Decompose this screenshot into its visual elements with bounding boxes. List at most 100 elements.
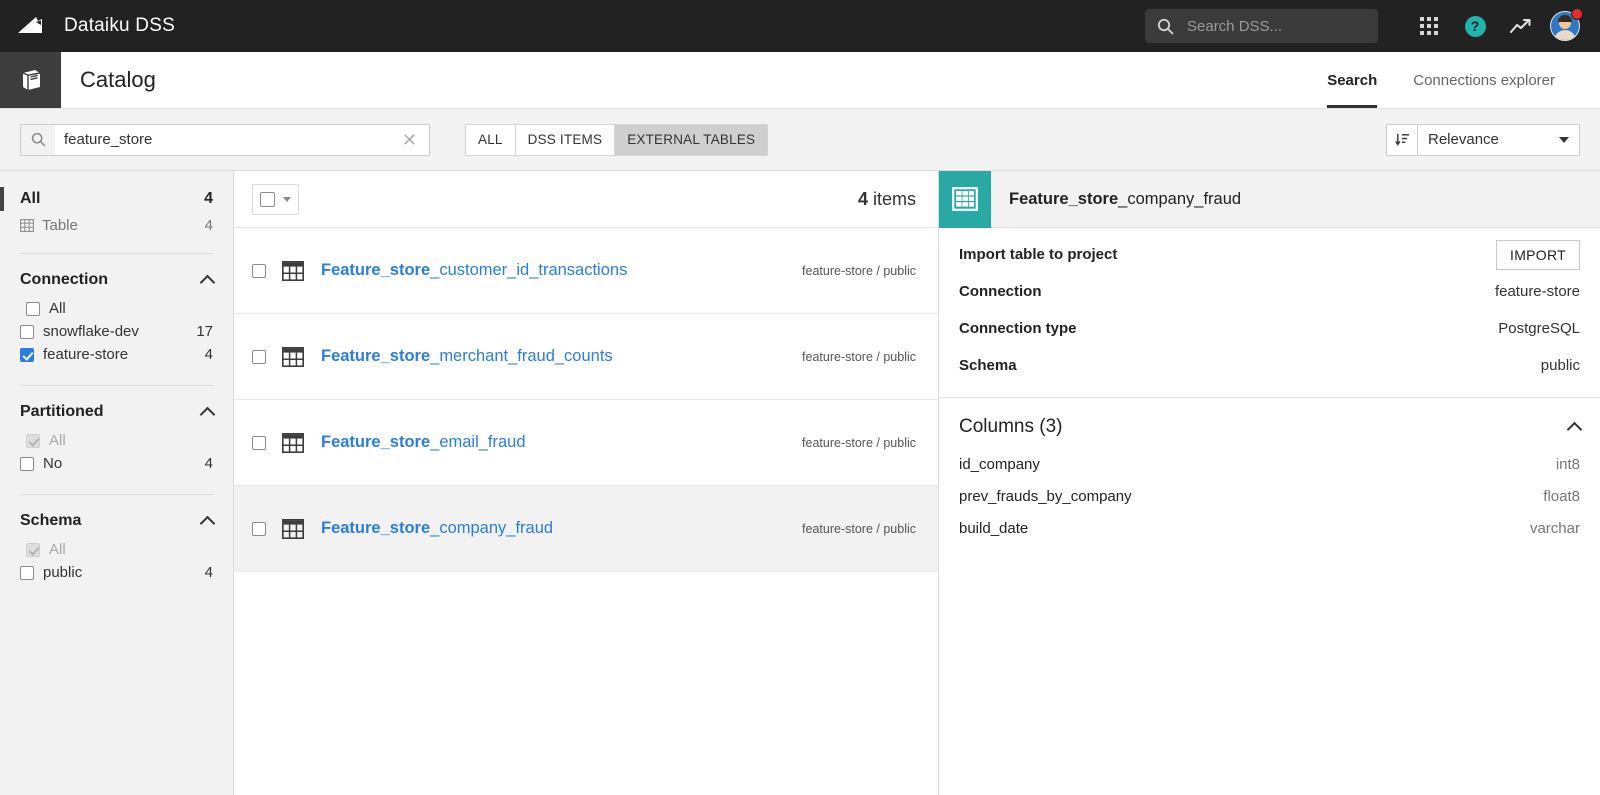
import-button[interactable]: IMPORT	[1496, 239, 1580, 270]
search-icon	[1157, 18, 1174, 35]
segment-external-tables[interactable]: EXTERNAL TABLES	[615, 124, 768, 155]
sort-by-select[interactable]: Relevance	[1417, 123, 1580, 156]
facet-all-row[interactable]: All 4	[0, 171, 213, 211]
header-tabs: Search Connections explorer	[1309, 52, 1600, 108]
row-checkbox[interactable]	[252, 521, 266, 536]
table-name-link[interactable]: Feature_store_customer_id_transactions	[321, 261, 627, 280]
facet-option-label: No	[43, 455, 63, 472]
table-row[interactable]: Feature_store_merchant_fraud_counts feat…	[234, 314, 938, 400]
detail-field-connection: Connection feature-store	[939, 273, 1600, 310]
checkbox	[26, 433, 40, 448]
help-circle-icon: ?	[1464, 15, 1486, 37]
facet-option-schema-public[interactable]: public 4	[20, 561, 213, 584]
tab-search[interactable]: Search	[1309, 52, 1395, 108]
field-value: feature-store	[1494, 283, 1580, 300]
facet-option-feature-store[interactable]: feature-store 4	[20, 343, 213, 366]
table-icon	[20, 219, 34, 232]
checkbox[interactable]	[20, 324, 34, 339]
field-label: Schema	[959, 357, 1017, 374]
select-all-dropdown[interactable]	[252, 183, 299, 215]
segment-dss-items[interactable]: DSS ITEMS	[515, 124, 616, 155]
facet-group-connection-header[interactable]: Connection	[20, 254, 216, 297]
facet-option-label: All	[49, 432, 66, 449]
facet-option-count: 17	[196, 323, 213, 340]
facet-group-schema-header[interactable]: Schema	[20, 495, 216, 538]
table-name-link[interactable]: Feature_store_company_fraud	[321, 519, 553, 538]
page-header: Catalog Search Connections explorer	[0, 52, 1600, 109]
table-name-link[interactable]: Feature_store_email_fraud	[321, 433, 526, 452]
global-search-input[interactable]	[1185, 16, 1366, 36]
columns-section-header[interactable]: Columns (3)	[939, 398, 1600, 448]
name-match: Feature_store	[321, 433, 431, 451]
detail-field-connection-type: Connection type PostgreSQL	[939, 310, 1600, 347]
results-count: 4 items	[858, 189, 916, 210]
row-checkbox[interactable]	[252, 349, 266, 364]
segment-all[interactable]: ALL	[466, 124, 516, 155]
facet-option-snowflake-dev[interactable]: snowflake-dev 17	[20, 320, 213, 343]
table-icon	[282, 346, 304, 367]
help-button[interactable]: ?	[1452, 6, 1498, 46]
detail-title-match: Feature_store	[1009, 189, 1119, 208]
checkbox[interactable]	[20, 565, 34, 580]
columns-title: Columns (3)	[959, 416, 1063, 437]
global-search-box[interactable]	[1145, 9, 1378, 43]
checkbox[interactable]	[20, 456, 34, 471]
name-rest: _customer_id_transactions	[430, 261, 628, 279]
import-label: Import table to project	[959, 246, 1118, 263]
column-name: build_date	[959, 519, 1029, 537]
sort-descending-icon	[1394, 133, 1409, 146]
scope-segmented-control: ALL DSS ITEMS EXTERNAL TABLES	[465, 123, 769, 156]
column-row: id_company int8	[939, 448, 1600, 480]
checkbox[interactable]	[26, 301, 40, 316]
apps-grid-icon	[1420, 17, 1438, 35]
table-location: feature-store / public	[802, 521, 916, 536]
table-row[interactable]: Feature_store_email_fraud feature-store …	[234, 400, 938, 486]
chevron-up-icon	[1566, 421, 1583, 437]
facet-group-partitioned-header[interactable]: Partitioned	[20, 386, 216, 429]
tab-connections-explorer[interactable]: Connections explorer	[1395, 52, 1573, 108]
facet-group-partitioned-title: Partitioned	[20, 403, 104, 420]
catalog-book-icon	[22, 70, 40, 90]
column-type: int8	[1555, 455, 1580, 473]
table-name-link[interactable]: Feature_store_merchant_fraud_counts	[321, 347, 613, 366]
field-value: public	[1540, 357, 1580, 374]
sort-controls: Relevance	[1386, 123, 1580, 156]
import-row: Import table to project IMPORT	[939, 228, 1600, 273]
sort-direction-button[interactable]	[1386, 123, 1417, 156]
chevron-up-icon	[199, 515, 216, 531]
catalog-icon-button[interactable]	[0, 52, 61, 108]
facet-option-partitioned-no[interactable]: No 4	[20, 452, 213, 475]
user-menu-button[interactable]	[1550, 8, 1583, 41]
catalog-search-input[interactable]	[55, 130, 398, 149]
column-name: id_company	[959, 455, 1040, 473]
dataiku-logo-icon	[17, 17, 42, 33]
facet-option-connection-all[interactable]: All	[20, 297, 213, 320]
search-toolbar: ✕ ALL DSS ITEMS EXTERNAL TABLES Relevanc…	[0, 109, 1600, 171]
name-match: Feature_store	[321, 261, 431, 279]
results-count-number: 4	[857, 188, 868, 209]
clear-x-icon[interactable]: ✕	[398, 131, 421, 149]
name-match: Feature_store	[321, 519, 431, 537]
topbar-actions: ?	[1145, 6, 1600, 46]
chevron-down-icon	[283, 196, 291, 202]
activity-button[interactable]	[1498, 6, 1544, 46]
table-location: feature-store / public	[802, 435, 916, 450]
catalog-search-field[interactable]: ✕	[20, 123, 430, 156]
table-row[interactable]: Feature_store_customer_id_transactions f…	[234, 228, 938, 314]
detail-panel: Feature_store_company_fraud Import table…	[939, 170, 1600, 795]
apps-grid-button[interactable]	[1406, 6, 1452, 46]
row-checkbox[interactable]	[252, 435, 266, 450]
detail-table-badge	[939, 170, 991, 228]
name-rest: _company_fraud	[430, 519, 554, 537]
select-all-checkbox[interactable]	[260, 191, 275, 207]
table-icon	[952, 187, 978, 211]
table-row[interactable]: Feature_store_company_fraud feature-stor…	[234, 486, 938, 572]
row-checkbox[interactable]	[252, 263, 266, 278]
table-icon	[282, 260, 304, 281]
facet-all-count: 4	[204, 190, 213, 207]
dataiku-logo-button[interactable]	[0, 0, 61, 52]
facet-type-table[interactable]: Table 4	[20, 211, 213, 234]
facets-sidebar: All 4 Table 4 Connection All snowflake-d…	[0, 171, 234, 795]
checkbox[interactable]	[20, 347, 34, 362]
app-title: Dataiku DSS	[64, 15, 175, 36]
